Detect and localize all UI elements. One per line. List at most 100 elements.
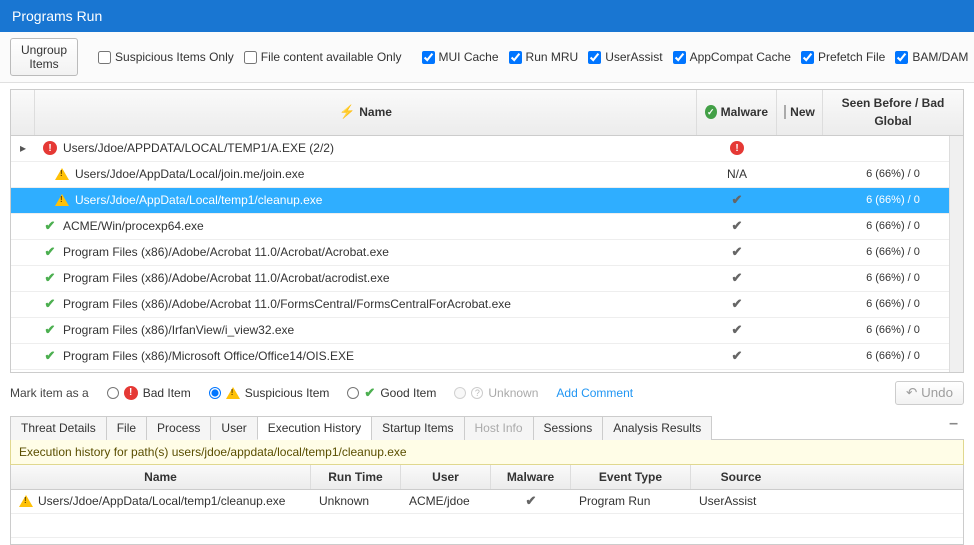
dcol-malware[interactable]: Malware (491, 465, 571, 489)
label: Undo (921, 385, 953, 400)
new-cell (777, 240, 823, 265)
table-row[interactable]: Users/Jdoe/AppData/Local/temp1/cleanup.e… (11, 188, 963, 214)
table-row[interactable]: ✔Program Files (x86)/Adobe/Acrobat 11.0/… (11, 292, 963, 318)
detail-body: Users/Jdoe/AppData/Local/temp1/cleanup.e… (11, 490, 963, 545)
view-appcompat-cache[interactable]: AppCompat Cache (673, 50, 791, 64)
malware-cell: ✔ (697, 214, 777, 239)
col-new[interactable]: New (777, 90, 823, 135)
malware-cell: ✔ (697, 318, 777, 343)
malware-cell: ✔ (697, 240, 777, 265)
detail-event: Program Run (571, 494, 691, 508)
mark-bad[interactable]: ! Bad Item (107, 386, 191, 400)
tab-execution-history[interactable]: Execution History (257, 416, 372, 440)
checkmark-icon: ✔ (43, 297, 57, 311)
expand-toggle[interactable] (11, 214, 35, 239)
tab-startup-items[interactable]: Startup Items (371, 416, 464, 440)
detail-malware: ✔ (491, 493, 571, 509)
filter-file-content-only[interactable]: File content available Only (244, 50, 402, 64)
path-text: ACME/Win/procexp64.exe (63, 219, 204, 233)
malware-cell: ✔ (697, 292, 777, 317)
table-row[interactable]: ✔ Program Files (x86)/Adobe/Acrobat 11.0/… (11, 240, 963, 266)
tab-threat-details[interactable]: Threat Details (10, 416, 107, 440)
tab-process[interactable]: Process (146, 416, 211, 440)
tab-file[interactable]: File (106, 416, 147, 440)
mark-good[interactable]: ✔Good Item (347, 385, 436, 401)
shield-icon: ✓ (705, 105, 717, 119)
tab-host-info: Host Info (464, 416, 534, 440)
warning-icon (226, 386, 240, 400)
table-row[interactable]: ✔Program Files (x86)/Microsoft Office/Of… (11, 344, 963, 370)
alert-icon: ! (124, 386, 138, 400)
label: Seen Before / Bad (842, 96, 945, 110)
expand-toggle[interactable] (11, 188, 35, 213)
filter-suspicious-only[interactable]: Suspicious Items Only (98, 50, 234, 64)
seen-cell: 6 (66%) / 0 (823, 214, 963, 239)
detail-row[interactable]: Users/Jdoe/AppData/Local/temp1/cleanup.e… (11, 490, 963, 514)
label: Bad Item (143, 386, 191, 400)
col-name[interactable]: ⚡Name (35, 90, 697, 135)
checkmark-icon: ✔ (43, 219, 57, 233)
expand-toggle[interactable] (11, 266, 35, 291)
expand-toggle[interactable] (11, 292, 35, 317)
view-userassist[interactable]: UserAssist (588, 50, 662, 64)
expand-toggle[interactable]: ▸ (11, 136, 35, 161)
name-cell: ✔Program Files (x86)/Adobe/Acrobat 11.0/… (35, 292, 697, 317)
col-seen[interactable]: Seen Before / BadGlobal (823, 90, 963, 135)
view-mui-cache[interactable]: MUI Cache (422, 50, 499, 64)
new-cell (777, 266, 823, 291)
expand-toggle[interactable] (11, 344, 35, 369)
view-prefetch-file[interactable]: Prefetch File (801, 50, 885, 64)
path-text: Users/Jdoe/AppData/Local/temp1/cleanup.e… (75, 193, 322, 207)
expand-toggle[interactable] (11, 318, 35, 343)
label: UserAssist (605, 50, 662, 64)
path-text: Program Files (x86)/Adobe/Acrobat 11.0/A… (63, 245, 389, 259)
dcol-user[interactable]: User (401, 465, 491, 489)
warning-icon (19, 494, 33, 508)
view-run-mru[interactable]: Run MRU (509, 50, 579, 64)
scrollbar-vertical[interactable] (949, 136, 963, 372)
minimize-panel[interactable]: – (943, 415, 964, 439)
table-row[interactable]: ✔Program Files (x86)/Adobe/Acrobat 11.0/… (11, 266, 963, 292)
seen-cell: 6 (66%) / 0 (823, 162, 963, 187)
ungroup-button[interactable]: Ungroup Items (10, 38, 78, 76)
seen-cell (823, 136, 963, 161)
tab-sessions[interactable]: Sessions (533, 416, 604, 440)
new-cell (777, 292, 823, 317)
label: Good Item (380, 386, 436, 400)
dcol-runtime[interactable]: Run Time (311, 465, 401, 489)
dcol-source[interactable]: Source (691, 465, 791, 489)
dcol-name[interactable]: Name (11, 465, 311, 489)
name-cell: ✔Program Files (x86)/Microsoft Office/Of… (35, 344, 697, 369)
view-bam-dam[interactable]: BAM/DAM (895, 50, 968, 64)
malware-cell: ! (697, 136, 777, 161)
table-row[interactable]: Users/Jdoe/AppData/Local/join.me/join.ex… (11, 162, 963, 188)
undo-button[interactable]: ↶ Undo (895, 381, 964, 405)
undo-icon: ↶ (906, 385, 917, 401)
tab-user[interactable]: User (210, 416, 257, 440)
detail-user: ACME/jdoe (401, 494, 491, 508)
add-comment-link[interactable]: Add Comment (556, 386, 633, 400)
checkmark-icon: ✔ (43, 271, 57, 285)
seen-cell: 6 (66%) / 0 (823, 344, 963, 369)
new-doc-icon (784, 105, 786, 119)
col-malware[interactable]: ✓ Malware (697, 90, 777, 135)
mark-unknown[interactable]: ?Unknown (454, 386, 538, 400)
seen-cell: 6 (66%) / 0 (823, 318, 963, 343)
name-cell: ✔Program Files (x86)/Adobe/Acrobat 11.0/… (35, 240, 697, 265)
expand-toggle[interactable] (11, 162, 35, 187)
grid-body[interactable]: ▸! Users/Jdoe/APPDATA/LOCAL/TEMP1/A.EXE (… (11, 136, 963, 372)
warning-icon (55, 193, 69, 207)
table-row[interactable]: ✔ ACME/Win/procexp64.exe ✔ 6 (66%) / 0 (11, 214, 963, 240)
table-row[interactable]: ✔ Program Files (x86)/IrfanView/i_view32.… (11, 318, 963, 344)
expand-toggle[interactable] (11, 240, 35, 265)
dcol-event[interactable]: Event Type (571, 465, 691, 489)
path-text: Program Files (x86)/IrfanView/i_view32.e… (63, 323, 294, 337)
path-text: Users/Jdoe/APPDATA/LOCAL/TEMP1/A.EXE (2/… (63, 141, 334, 155)
detail-name: Users/Jdoe/AppData/Local/temp1/cleanup.e… (11, 494, 311, 508)
bolt-icon: ⚡ (339, 104, 355, 120)
mark-suspicious[interactable]: Suspicious Item (209, 386, 330, 400)
tab-analysis-results[interactable]: Analysis Results (602, 416, 712, 440)
name-cell: ✔Program Files (x86)/Adobe/Acrobat 11.0/… (35, 266, 697, 291)
table-row[interactable]: ▸! Users/Jdoe/APPDATA/LOCAL/TEMP1/A.EXE (… (11, 136, 963, 162)
label: Malware (721, 105, 768, 119)
